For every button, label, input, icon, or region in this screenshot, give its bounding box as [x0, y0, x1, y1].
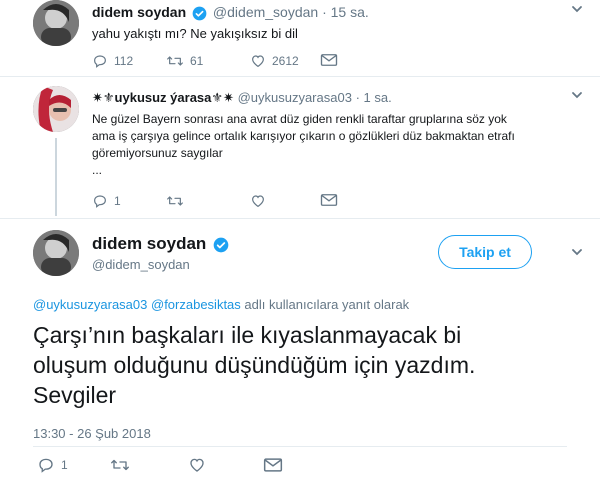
author-name[interactable]: ✷⚜uykusuz ýarasa⚜✷	[92, 90, 234, 105]
tweet-text-line: oluşum olduğunu düşündüğüm için yazdım.	[33, 352, 476, 378]
heart-icon	[252, 195, 264, 208]
like-button[interactable]	[188, 456, 206, 474]
reply-button[interactable]: 1	[37, 456, 68, 474]
retweet-button[interactable]	[166, 193, 184, 209]
envelope-icon	[263, 458, 283, 472]
envelope-icon	[320, 194, 338, 206]
retweet-button[interactable]: 61	[166, 53, 203, 69]
retweet-icon	[167, 196, 183, 206]
direct-message-button[interactable]	[320, 192, 338, 208]
direct-message-button[interactable]	[263, 456, 283, 474]
caret-down-icon[interactable]	[570, 2, 584, 21]
divider	[0, 76, 600, 77]
tweet2-header: ✷⚜uykusuz ýarasa⚜✷ @uykusuzyarasa03 · 1 …	[92, 90, 392, 106]
envelope-icon	[320, 54, 338, 66]
author-handle[interactable]: @didem_soydan	[213, 4, 318, 20]
reply-context: @uykusuzyarasa03 @forzabesiktas adlı kul…	[33, 297, 409, 312]
tweet-text-line: Çarşı’nın başkaları ile kıyaslanmayacak …	[33, 322, 462, 348]
avatar-photo	[33, 86, 79, 132]
tweet-text-line: ...	[92, 163, 103, 177]
reply-count: 112	[114, 54, 134, 68]
heart-icon	[190, 458, 204, 472]
avatar-photo	[33, 0, 79, 46]
like-button[interactable]: 2612	[250, 53, 299, 69]
divider	[33, 446, 567, 447]
retweet-button[interactable]	[110, 456, 130, 474]
verified-badge-icon	[213, 237, 229, 252]
avatar[interactable]	[33, 0, 79, 46]
tweet-time[interactable]: · 1 sa.	[356, 90, 392, 105]
reply-icon	[94, 195, 106, 208]
tweet-text-line: Sevgiler	[33, 382, 117, 408]
avatar[interactable]	[33, 230, 79, 276]
mention-link[interactable]: @uykusuzyarasa03	[33, 297, 147, 312]
heart-icon	[252, 55, 264, 68]
tweet-time[interactable]: · 15 sa.	[322, 4, 369, 20]
avatar-photo	[33, 230, 79, 276]
reply-button[interactable]: 112	[92, 53, 133, 69]
retweet-icon	[111, 459, 129, 471]
like-count: 2612	[272, 54, 299, 68]
tweet-text: yahu yakıştı mı? Ne yakışıksız bi dil	[92, 26, 298, 41]
thread-line	[55, 138, 57, 216]
direct-message-button[interactable]	[320, 52, 338, 68]
tweet1-header: didem soydan @didem_soydan · 15 sa.	[92, 4, 369, 21]
retweet-icon	[167, 56, 183, 66]
tweet-text: Ne güzel Bayern sonrası ana avrat düz gi…	[92, 111, 515, 179]
verified-badge-icon	[192, 6, 207, 21]
main-author: didem soydan @didem_soydan	[92, 234, 229, 272]
retweet-count: 61	[190, 54, 204, 68]
author-name[interactable]: didem soydan	[92, 4, 186, 20]
tweet-text-line: ama iş çarşıya gelince ortalık karışıyor…	[92, 129, 515, 143]
author-name[interactable]: didem soydan	[92, 234, 206, 253]
mention-link[interactable]: @forzabesiktas	[151, 297, 241, 312]
like-button[interactable]	[250, 193, 266, 209]
reply-icon	[39, 458, 53, 473]
tweet-text-line: göremiyorsunuz saygılar	[92, 146, 223, 160]
avatar[interactable]	[33, 86, 79, 132]
caret-down-icon[interactable]	[570, 245, 584, 264]
main-tweet-text: Çarşı’nın başkaları ile kıyaslanmayacak …	[33, 320, 475, 410]
follow-button[interactable]: Takip et	[438, 235, 532, 269]
tweet-timestamp[interactable]: 13:30 - 26 Şub 2018	[33, 426, 151, 441]
divider	[0, 218, 600, 219]
reply-button[interactable]: 1	[92, 193, 121, 209]
caret-down-icon[interactable]	[570, 88, 584, 107]
author-handle[interactable]: @didem_soydan	[92, 257, 229, 272]
tweet-text-line: Ne güzel Bayern sonrası ana avrat düz gi…	[92, 112, 507, 126]
reply-context-label: adlı kullanıcılara yanıt olarak	[244, 297, 410, 312]
author-handle[interactable]: @uykusuzyarasa03	[238, 90, 352, 105]
reply-count: 1	[114, 194, 121, 208]
reply-count: 1	[61, 458, 68, 472]
reply-icon	[94, 55, 106, 68]
